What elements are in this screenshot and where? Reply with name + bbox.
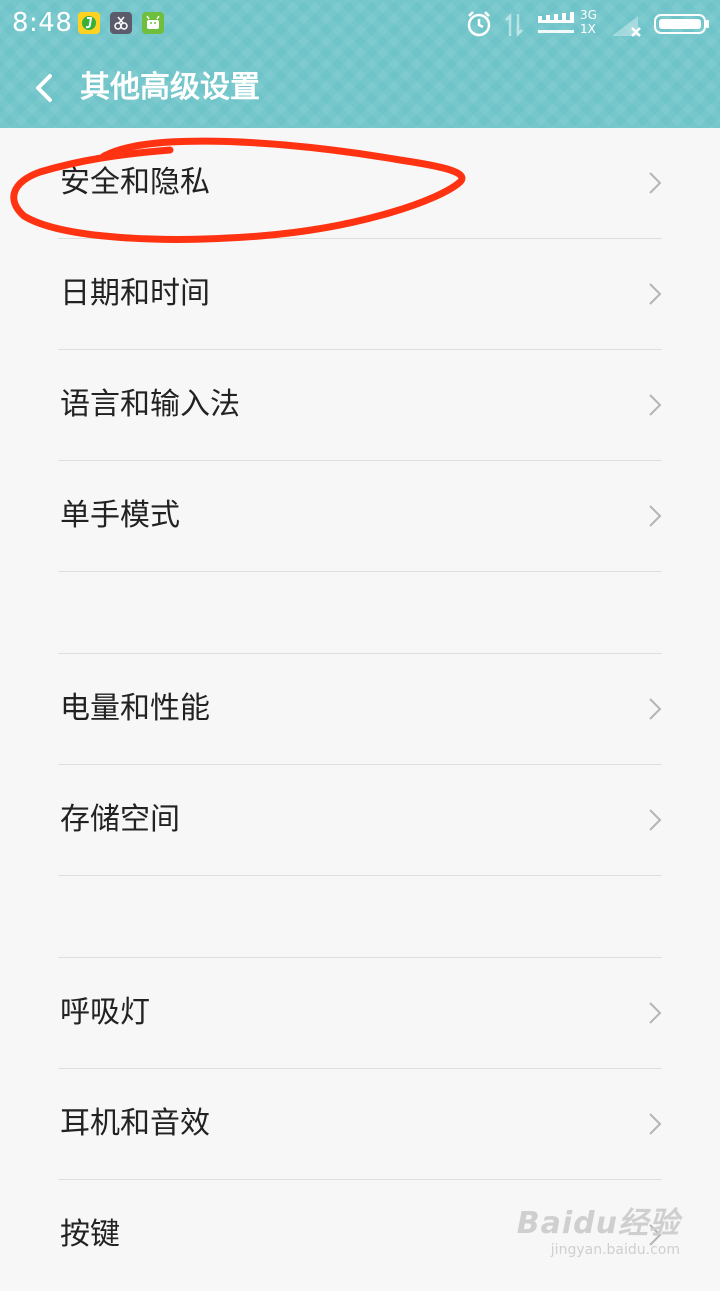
chevron-right-icon: [649, 698, 662, 720]
chevron-right-icon: [649, 1002, 662, 1024]
chevron-right-icon: [649, 809, 662, 831]
android-app-icon: [142, 12, 164, 34]
signal-no-service-icon: [610, 12, 644, 42]
settings-item-label: 语言和输入法: [60, 387, 240, 422]
music-app-icon: [78, 12, 100, 34]
settings-item-label: 日期和时间: [60, 276, 210, 311]
settings-item-storage[interactable]: 存储空间: [0, 765, 720, 876]
network-type-label: 3G 1X: [580, 8, 597, 36]
title-bar: 其他高级设置: [0, 48, 720, 128]
battery-icon: [654, 14, 710, 38]
divider: [58, 875, 662, 876]
settings-item-language-input[interactable]: 语言和输入法: [0, 350, 720, 461]
chevron-right-icon: [649, 172, 662, 194]
settings-item-label: 单手模式: [60, 498, 180, 533]
divider: [58, 571, 662, 572]
chevron-right-icon: [649, 1113, 662, 1135]
settings-item-label: 电量和性能: [60, 691, 210, 726]
signal-3g-icon: [536, 12, 578, 42]
network-1x-label: 1X: [580, 22, 596, 36]
watermark-main: Baidu经验: [516, 1206, 680, 1241]
network-3g-label: 3G: [580, 8, 597, 22]
data-transfer-icon: [502, 12, 526, 42]
alarm-icon: [466, 10, 492, 42]
chevron-right-icon: [649, 283, 662, 305]
app-header: 8:48 3G 1X 其他高级设置: [0, 0, 720, 128]
settings-item-notification-light[interactable]: 呼吸灯: [0, 958, 720, 1069]
settings-item-date-time[interactable]: 日期和时间: [0, 239, 720, 350]
settings-item-label: 耳机和音效: [60, 1106, 210, 1141]
settings-item-security-privacy[interactable]: 安全和隐私: [0, 128, 720, 239]
page-title: 其他高级设置: [80, 70, 260, 105]
scissors-app-icon: [110, 12, 132, 34]
baidu-watermark: Baidu经验 jingyan.baidu.com: [517, 1198, 680, 1258]
chevron-left-icon: [36, 74, 52, 102]
settings-item-label: 呼吸灯: [60, 995, 150, 1030]
back-button[interactable]: [28, 68, 64, 108]
settings-item-label: 安全和隐私: [60, 165, 210, 200]
settings-item-headphones-audio[interactable]: 耳机和音效: [0, 1069, 720, 1180]
status-time: 8:48: [12, 8, 73, 38]
chevron-right-icon: [649, 394, 662, 416]
watermark-sub: jingyan.baidu.com: [550, 1242, 680, 1258]
status-bar: 8:48 3G 1X: [0, 0, 720, 48]
settings-item-one-hand-mode[interactable]: 单手模式: [0, 461, 720, 572]
settings-item-label: 存储空间: [60, 802, 180, 837]
settings-item-battery-performance[interactable]: 电量和性能: [0, 654, 720, 765]
chevron-right-icon: [649, 505, 662, 527]
settings-item-label: 按键: [60, 1217, 120, 1252]
